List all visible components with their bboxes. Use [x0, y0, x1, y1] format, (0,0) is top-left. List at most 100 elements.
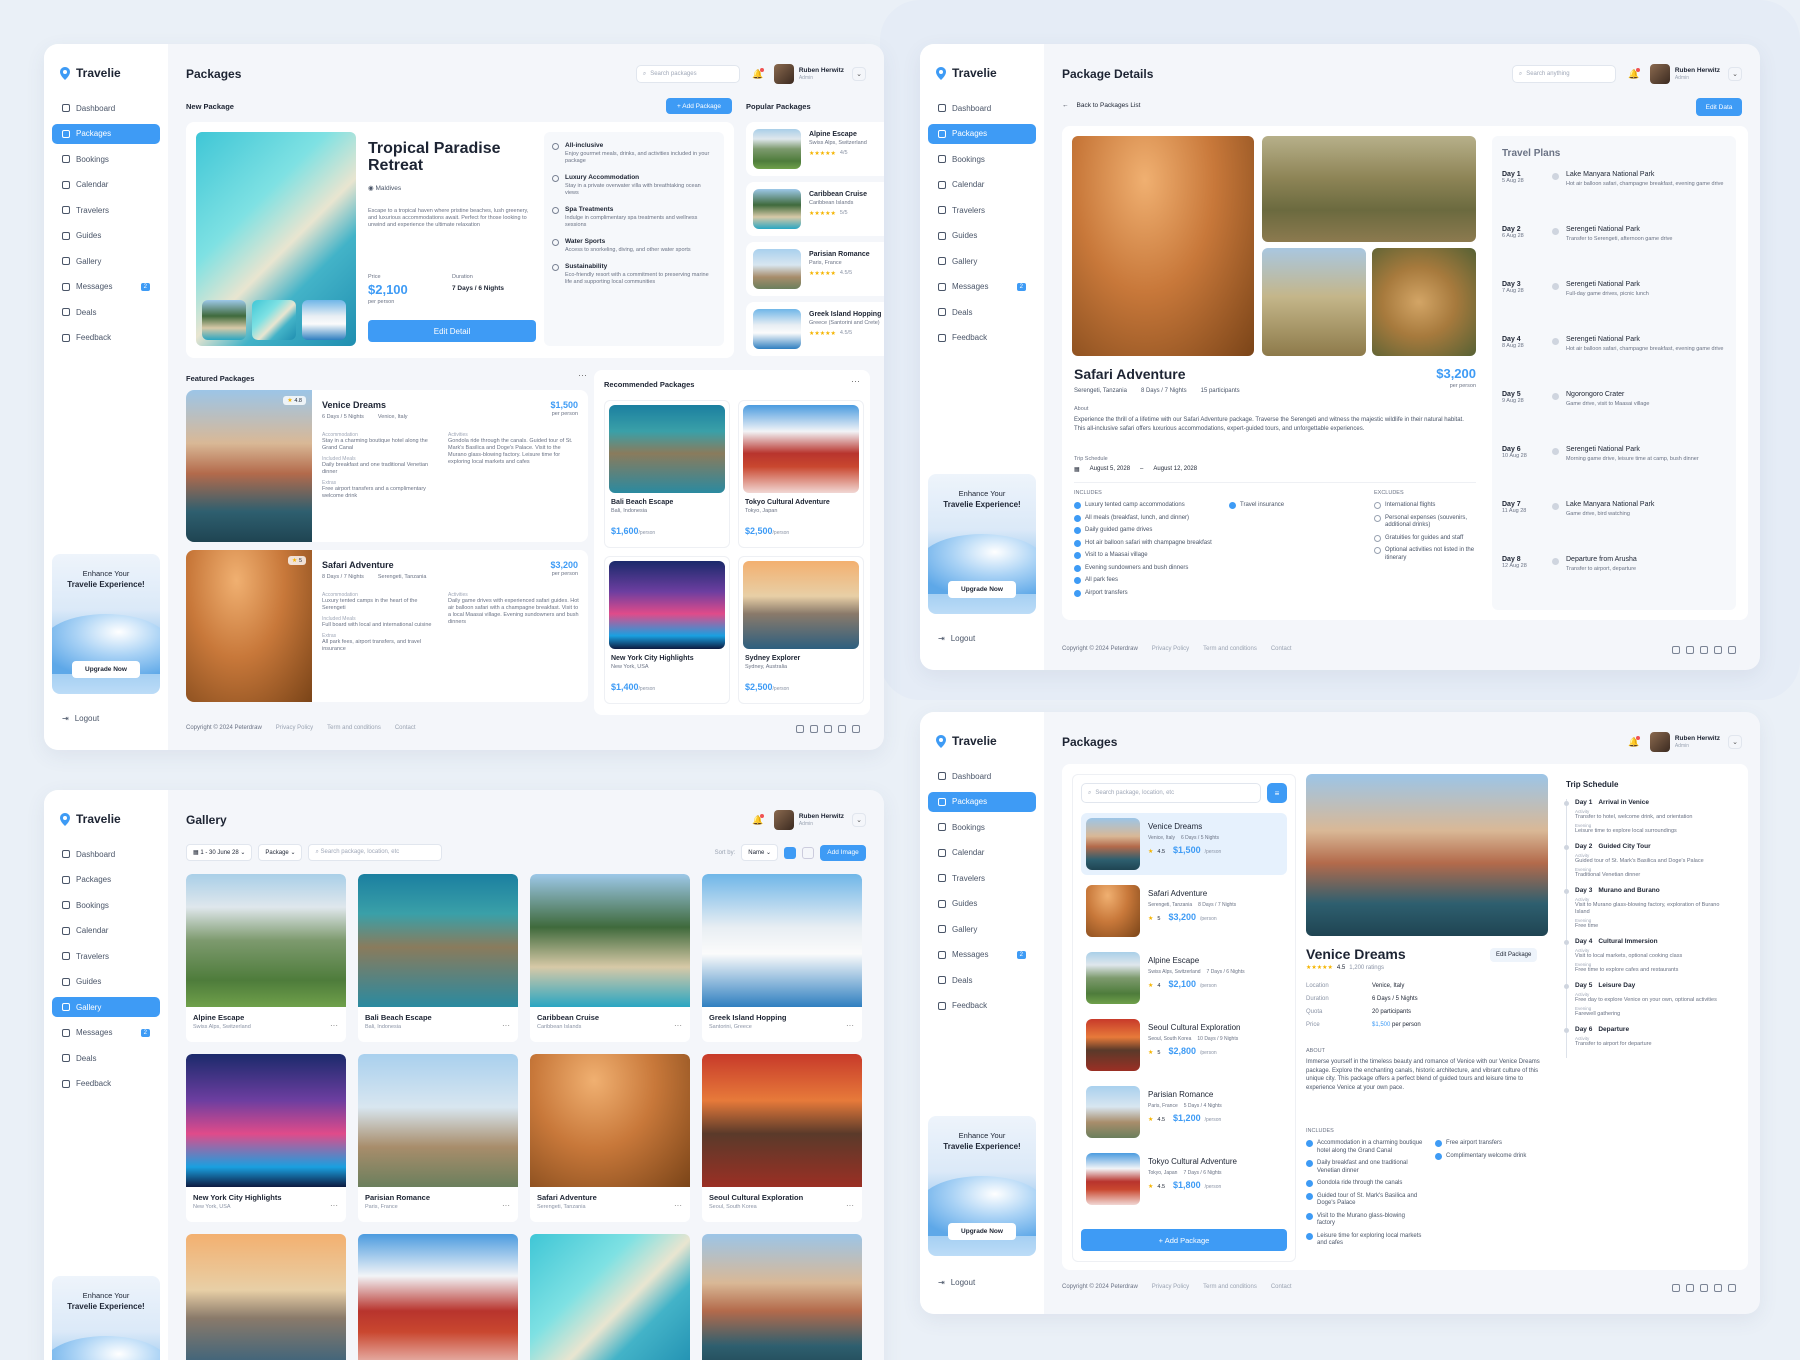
terms-link[interactable]: Term and conditions: [1203, 1284, 1257, 1290]
nav-item-dashboard[interactable]: Dashboard: [52, 98, 160, 118]
user-menu[interactable]: Ruben Herwitz Admin: [773, 64, 844, 84]
nav-item-messages[interactable]: Messages 2: [928, 277, 1036, 297]
nav-item-guides[interactable]: Guides: [928, 894, 1036, 914]
nav-item-gallery[interactable]: Gallery: [52, 251, 160, 271]
package-list-item[interactable]: Parisian Romance Paris, France 5 Days / 4 …: [1081, 1081, 1287, 1143]
popular-item[interactable]: Alpine Escape Swiss Alps, Switzerland ★★★★…: [746, 122, 884, 176]
facebook-icon[interactable]: [796, 725, 804, 733]
nav-item-guides[interactable]: Guides: [52, 226, 160, 246]
contact-link[interactable]: Contact: [1271, 1284, 1292, 1290]
edit-package-button[interactable]: Edit Package: [1490, 948, 1538, 962]
gallery-item[interactable]: Safari Adventure Serengeti, Tanzania ···: [530, 1054, 690, 1222]
bell-icon[interactable]: 🔔: [750, 812, 766, 828]
edit-detail-button[interactable]: Edit Detail: [368, 320, 536, 342]
date-filter[interactable]: ▦ 1 - 30 June 28 ⌄: [186, 844, 253, 861]
popular-item[interactable]: Caribbean Cruise Caribbean Islands ★★★★★ 5/…: [746, 182, 884, 236]
featured-package[interactable]: ★ 5 Safari Adventure $3,200 per person 8 Day…: [186, 550, 588, 702]
add-package-button[interactable]: + Add Package: [1081, 1229, 1287, 1251]
nav-item-feedback[interactable]: Feedback: [52, 1074, 160, 1094]
nav-item-deals[interactable]: Deals: [928, 302, 1036, 322]
grid-view-icon[interactable]: [784, 846, 796, 859]
nav-item-deals[interactable]: Deals: [52, 1048, 160, 1068]
gallery-image[interactable]: [358, 1234, 518, 1360]
privacy-link[interactable]: Privacy Policy: [276, 725, 313, 731]
logout-link[interactable]: ⇥ Logout: [62, 714, 99, 723]
gallery-item[interactable]: Seoul Cultural Exploration Seoul, South K…: [702, 1054, 862, 1222]
nav-item-travelers[interactable]: Travelers: [52, 200, 160, 220]
nav-item-packages[interactable]: Packages: [928, 791, 1036, 812]
x-icon[interactable]: [810, 725, 818, 733]
instagram-icon[interactable]: [824, 725, 832, 733]
thumb[interactable]: [202, 300, 246, 340]
recommended-item[interactable]: Tokyo Cultural Adventure Tokyo, Japan $2,5…: [738, 400, 864, 548]
recommended-item[interactable]: New York City Highlights New York, USA $1,…: [604, 556, 730, 704]
package-list-item[interactable]: Venice Dreams Venice, Italy 6 Days / 5 Nig…: [1081, 813, 1287, 875]
user-menu[interactable]: Ruben Herwitz Admin: [773, 810, 844, 830]
terms-link[interactable]: Term and conditions: [1203, 646, 1257, 652]
gallery-image[interactable]: [530, 1234, 690, 1360]
logo[interactable]: Travelie: [936, 66, 1036, 80]
logo[interactable]: Travelie: [60, 66, 160, 80]
photo[interactable]: [1262, 248, 1366, 356]
nav-item-packages[interactable]: Packages: [52, 123, 160, 144]
package-list-item[interactable]: Tokyo Cultural Adventure Tokyo, Japan 7 Da…: [1081, 1148, 1287, 1210]
nav-item-guides[interactable]: Guides: [928, 226, 1036, 246]
chevron-down-icon[interactable]: ⌄: [852, 813, 866, 827]
contact-link[interactable]: Contact: [1271, 646, 1292, 652]
x-icon[interactable]: [1686, 1284, 1694, 1292]
more-icon[interactable]: ···: [502, 1201, 510, 1210]
thumb[interactable]: [302, 300, 346, 340]
chevron-down-icon[interactable]: ⌄: [1728, 735, 1742, 749]
terms-link[interactable]: Term and conditions: [327, 725, 381, 731]
nav-item-packages[interactable]: Packages: [928, 123, 1036, 144]
search-input[interactable]: ⌕ Search packages: [635, 65, 740, 83]
add-image-button[interactable]: Add Image: [820, 844, 866, 861]
photo[interactable]: [1372, 248, 1476, 356]
more-icon[interactable]: ···: [578, 370, 587, 380]
upgrade-button[interactable]: Upgrade Now: [72, 661, 140, 678]
more-icon[interactable]: ···: [846, 1201, 854, 1210]
chevron-down-icon[interactable]: ⌄: [1728, 67, 1742, 81]
nav-item-travelers[interactable]: Travelers: [52, 946, 160, 966]
youtube-icon[interactable]: [1714, 1284, 1722, 1292]
nav-item-packages[interactable]: Packages: [52, 870, 160, 890]
chevron-down-icon[interactable]: ⌄: [852, 67, 866, 81]
nav-item-calendar[interactable]: Calendar: [52, 921, 160, 941]
privacy-link[interactable]: Privacy Policy: [1152, 1284, 1189, 1290]
nav-item-calendar[interactable]: Calendar: [928, 843, 1036, 863]
nav-item-feedback[interactable]: Feedback: [52, 328, 160, 348]
gallery-image[interactable]: [186, 1234, 346, 1360]
package-filter[interactable]: Package ⌄: [258, 844, 303, 861]
main-photo[interactable]: [1072, 136, 1254, 356]
gallery-item[interactable]: Greek Island Hopping Santorini, Greece ···: [702, 874, 862, 1042]
venice-photo[interactable]: [1306, 774, 1548, 936]
list-view-icon[interactable]: [802, 846, 814, 859]
featured-package[interactable]: ★ 4.8 Venice Dreams $1,500 per person 6 Days…: [186, 390, 588, 542]
thumb[interactable]: [252, 300, 296, 340]
gallery-item[interactable]: Caribbean Cruise Caribbean Islands ···: [530, 874, 690, 1042]
user-menu[interactable]: Ruben Herwitz Admin: [1649, 64, 1720, 84]
nav-item-gallery[interactable]: Gallery: [52, 997, 160, 1017]
package-list-item[interactable]: Seoul Cultural Exploration Seoul, South K…: [1081, 1014, 1287, 1076]
popular-item[interactable]: Parisian Romance Paris, France ★★★★★ 4.5/5: [746, 242, 884, 296]
logout-link[interactable]: ⇥ Logout: [938, 1278, 975, 1287]
nav-item-messages[interactable]: Messages 2: [52, 277, 160, 297]
logo[interactable]: Travelie: [936, 734, 1036, 748]
linkedin-icon[interactable]: [1728, 646, 1736, 654]
recommended-item[interactable]: Bali Beach Escape Bali, Indonesia $1,600/p…: [604, 400, 730, 548]
nav-item-calendar[interactable]: Calendar: [928, 175, 1036, 195]
bell-icon[interactable]: 🔔: [1626, 66, 1642, 82]
instagram-icon[interactable]: [1700, 646, 1708, 654]
add-package-button[interactable]: + Add Package: [666, 98, 732, 114]
facebook-icon[interactable]: [1672, 1284, 1680, 1292]
nav-item-dashboard[interactable]: Dashboard: [52, 844, 160, 864]
nav-item-deals[interactable]: Deals: [928, 970, 1036, 990]
linkedin-icon[interactable]: [852, 725, 860, 733]
more-icon[interactable]: ···: [851, 376, 860, 386]
nav-item-messages[interactable]: Messages 2: [52, 1023, 160, 1043]
nav-item-feedback[interactable]: Feedback: [928, 328, 1036, 348]
nav-item-calendar[interactable]: Calendar: [52, 175, 160, 195]
nav-item-dashboard[interactable]: Dashboard: [928, 766, 1036, 786]
facebook-icon[interactable]: [1672, 646, 1680, 654]
gallery-item[interactable]: Alpine Escape Swiss Alps, Switzerland ···: [186, 874, 346, 1042]
